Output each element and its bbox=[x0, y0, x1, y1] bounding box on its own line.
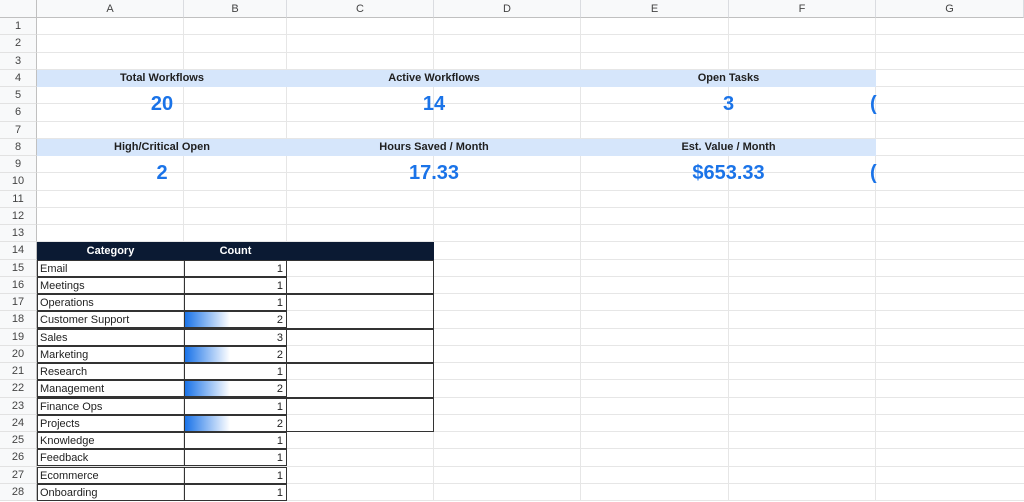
row-header-4[interactable]: 4 bbox=[0, 69, 37, 87]
kpi-value: 2 bbox=[156, 162, 168, 184]
table-header-count: Count bbox=[219, 245, 252, 258]
row-header-21[interactable]: 21 bbox=[0, 363, 37, 381]
kpi-label: Active Workflows bbox=[287, 69, 581, 87]
count-cell[interactable]: 1 bbox=[184, 432, 287, 449]
row-header-19[interactable]: 19 bbox=[0, 328, 37, 346]
row-header-12[interactable]: 12 bbox=[0, 207, 37, 225]
row-header-3[interactable]: 3 bbox=[0, 52, 37, 70]
row-header-18[interactable]: 18 bbox=[0, 311, 37, 329]
table-band-border bbox=[37, 363, 434, 398]
column-header-g[interactable]: G bbox=[876, 0, 1024, 18]
row-header-14[interactable]: 14 bbox=[0, 242, 37, 260]
count-cell[interactable]: 1 bbox=[184, 483, 287, 501]
kpi-label: Hours Saved / Month bbox=[287, 138, 581, 156]
count-cell[interactable]: 1 bbox=[184, 449, 287, 467]
kpi-label: High/Critical Open bbox=[37, 138, 287, 156]
row-header-1[interactable]: 1 bbox=[0, 18, 37, 36]
kpi-overflow-glyph: ( bbox=[870, 93, 877, 115]
row-header-6[interactable]: 6 bbox=[0, 104, 37, 122]
row-header-7[interactable]: 7 bbox=[0, 121, 37, 139]
row-header-22[interactable]: 22 bbox=[0, 380, 37, 398]
kpi-value: 14 bbox=[422, 93, 446, 115]
row-header-24[interactable]: 24 bbox=[0, 414, 37, 432]
row-header-15[interactable]: 15 bbox=[0, 259, 37, 277]
row-header-13[interactable]: 13 bbox=[0, 225, 37, 243]
row-header-11[interactable]: 11 bbox=[0, 190, 37, 208]
row-header-27[interactable]: 27 bbox=[0, 466, 37, 484]
row-header-25[interactable]: 25 bbox=[0, 432, 37, 450]
row-header-23[interactable]: 23 bbox=[0, 397, 37, 415]
column-header-a[interactable]: A bbox=[37, 0, 184, 18]
select-all-corner[interactable] bbox=[0, 0, 37, 18]
row-header-2[interactable]: 2 bbox=[0, 35, 37, 53]
column-header-e[interactable]: E bbox=[581, 0, 729, 18]
row-header-9[interactable]: 9 bbox=[0, 156, 37, 174]
kpi-overflow-glyph: ( bbox=[870, 162, 877, 184]
kpi-value: 17.33 bbox=[408, 162, 460, 184]
kpi-value: $653.33 bbox=[692, 162, 765, 184]
table-header-category: Category bbox=[86, 245, 135, 258]
column-header-f[interactable]: F bbox=[729, 0, 876, 18]
category-cell[interactable]: Onboarding bbox=[37, 483, 184, 501]
category-cell[interactable]: Knowledge bbox=[37, 432, 184, 449]
row-header-17[interactable]: 17 bbox=[0, 294, 37, 312]
row-header-5[interactable]: 5 bbox=[0, 87, 37, 105]
count-cell[interactable]: 1 bbox=[184, 466, 287, 484]
kpi-label: Open Tasks bbox=[581, 69, 876, 87]
table-band-border bbox=[37, 397, 434, 432]
column-header-b[interactable]: B bbox=[184, 0, 287, 18]
category-cell[interactable]: Ecommerce bbox=[37, 466, 184, 484]
row-header-26[interactable]: 26 bbox=[0, 449, 37, 467]
row-header-28[interactable]: 28 bbox=[0, 483, 37, 501]
table-band-border bbox=[37, 294, 434, 329]
column-header-c[interactable]: C bbox=[287, 0, 434, 18]
row-header-20[interactable]: 20 bbox=[0, 345, 37, 363]
kpi-label: Est. Value / Month bbox=[581, 138, 876, 156]
row-header-16[interactable]: 16 bbox=[0, 276, 37, 294]
row-header-10[interactable]: 10 bbox=[0, 173, 37, 191]
column-header-d[interactable]: D bbox=[434, 0, 581, 18]
kpi-value: 3 bbox=[722, 93, 735, 115]
kpi-value: 20 bbox=[150, 93, 174, 115]
category-cell[interactable]: Feedback bbox=[37, 449, 184, 467]
kpi-label: Total Workflows bbox=[37, 69, 287, 87]
row-header-8[interactable]: 8 bbox=[0, 138, 37, 156]
table-band-border bbox=[37, 328, 434, 363]
table-band-border bbox=[37, 259, 434, 294]
